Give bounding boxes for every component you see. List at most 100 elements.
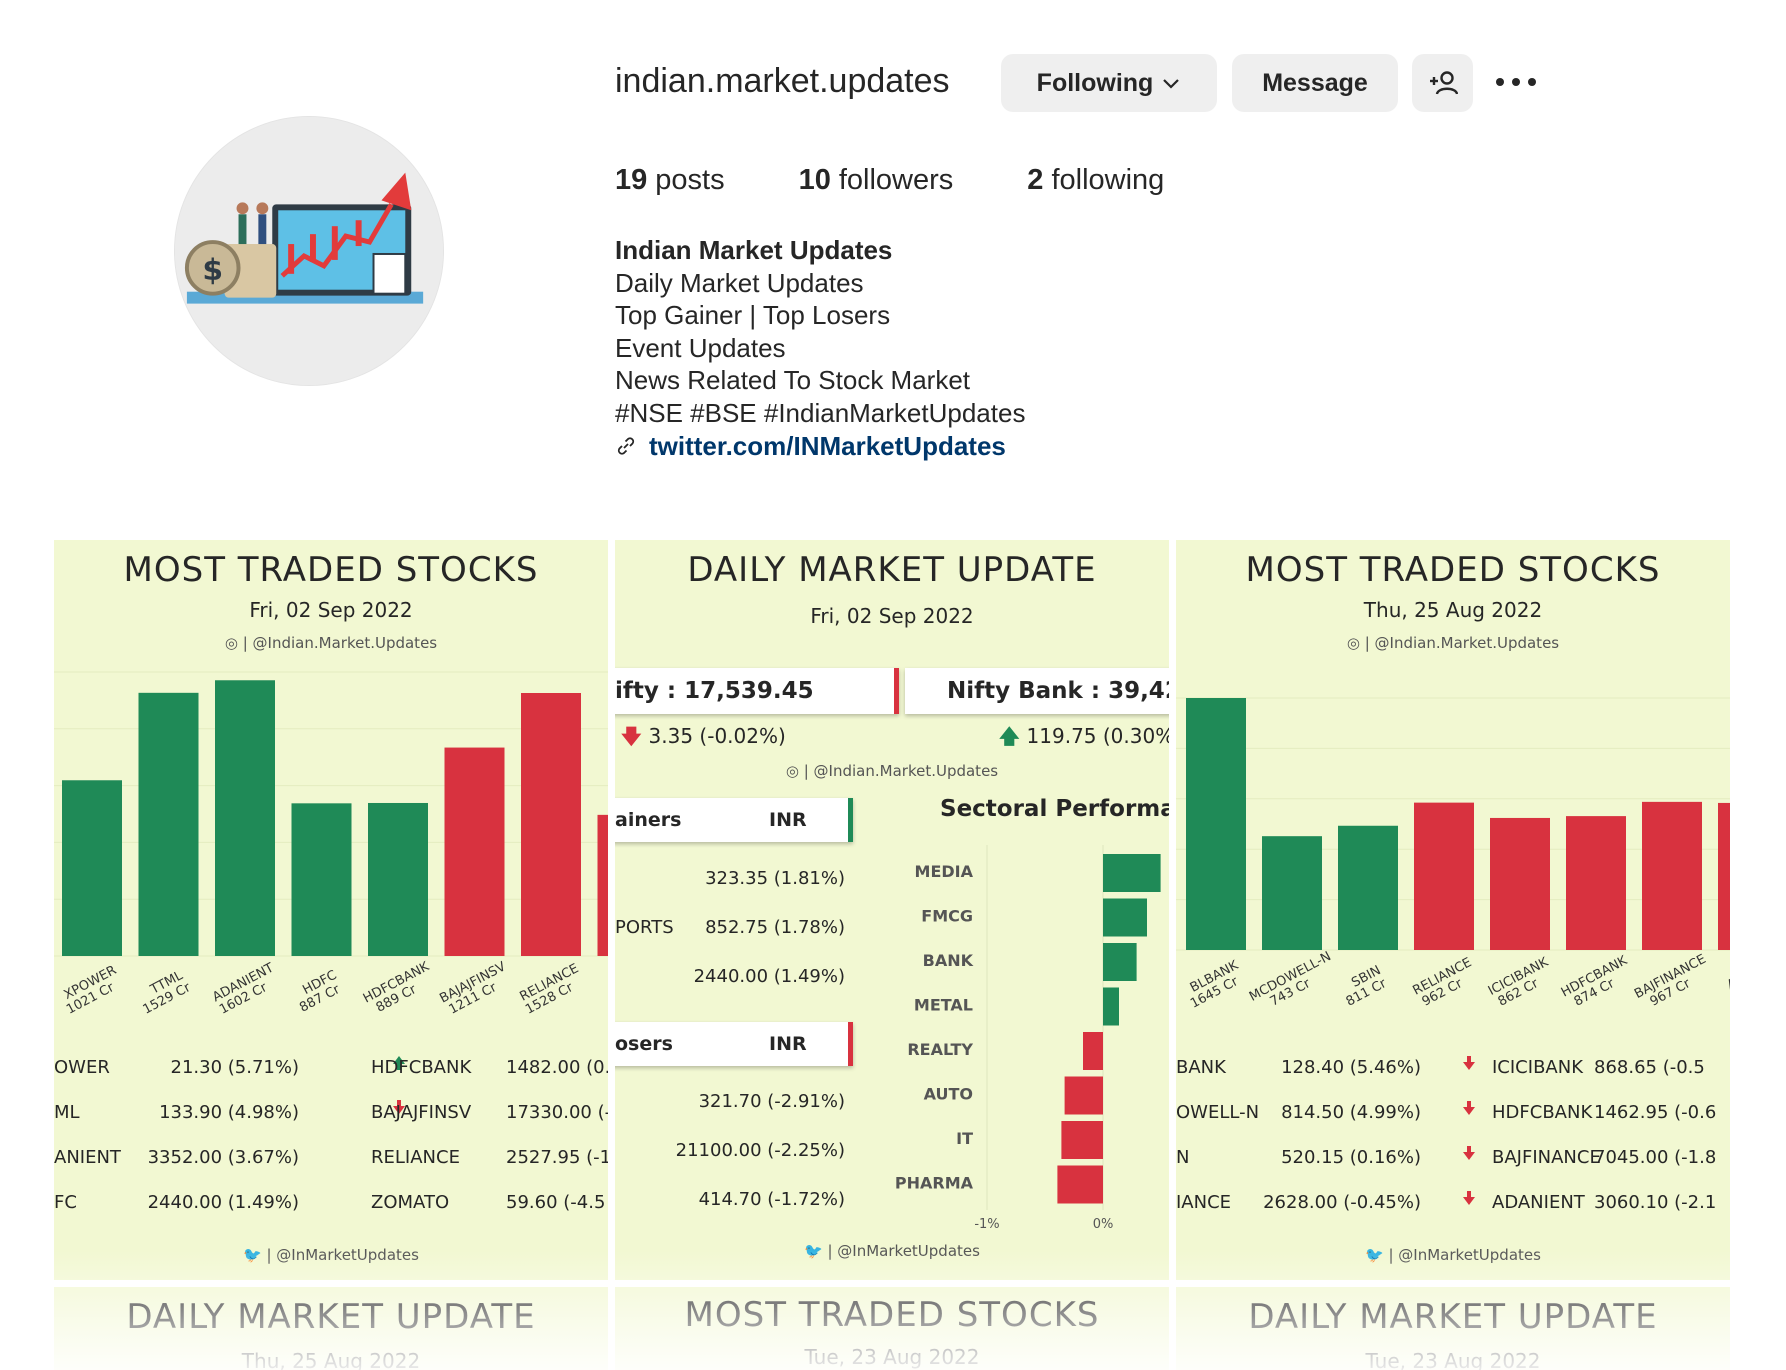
sector-label: METAL [914,996,973,1015]
stock-name: BAJAJFINSV [371,1102,472,1123]
profile-stats: 19 posts 10 followers 2 following [615,164,1238,197]
bio-line: Daily Market Updates [615,267,864,298]
bio-link[interactable]: twitter.com/INMarketUpdates [615,430,1025,463]
bar [138,692,199,956]
down-arrow-icon [1463,1191,1475,1205]
bar [444,747,505,956]
stock-name: N [1176,1147,1190,1168]
message-button[interactable]: Message [1232,54,1398,112]
bio-line: Event Updates [615,332,786,363]
post-daily-update-23-aug[interactable]: DAILY MARKET UPDATE Tue, 23 Aug 2022 [1176,1287,1730,1370]
posts-count: 19 [615,164,648,196]
stock-value: 133.90 (4.98%) [159,1102,299,1123]
stock-name: BAJFINANCE [1492,1147,1601,1168]
sector-bar [1103,987,1119,1026]
following-button-label: Following [1036,68,1154,97]
bio-name: Indian Market Updates [615,235,893,265]
bar [1718,802,1730,950]
post-footer-text: | @InMarketUpdates [266,1246,419,1264]
followers-count: 10 [798,164,831,196]
profile-username: indian.market.updates [615,62,950,100]
stock-name: BANK [1176,1057,1226,1078]
stock-name: HDFCBANK [371,1057,472,1078]
post-title: DAILY MARKET UPDATE [126,1297,536,1337]
post-title: MOST TRADED STOCKS [684,1295,1100,1335]
bar [1262,836,1322,950]
bar [1414,802,1474,950]
stock-value: 7045.00 (-1.8 [1594,1147,1717,1168]
bar [368,802,428,956]
bio-line: #NSE #BSE #IndianMarketUpdates [615,397,1026,428]
twitter-icon: 🐦 [1365,1246,1389,1264]
stock-value: 128.40 (5.46%) [1281,1057,1421,1078]
post-date: Tue, 23 Aug 2022 [1365,1349,1541,1370]
sector-label: FMCG [921,907,973,926]
sector-bar [1103,943,1137,981]
sector-bar [1103,854,1161,892]
profile-bio: Indian Market Updates Daily Market Updat… [615,234,1025,462]
bar [521,692,581,956]
stock-name: ML [54,1102,80,1123]
bar [597,814,608,956]
twitter-icon: 🐦 [804,1242,828,1260]
stock-name: OWELL-N [1176,1102,1260,1123]
bar [215,680,275,956]
post-most-traded-25-aug[interactable]: MOST TRADED STOCKS Thu, 25 Aug 2022 ◎ | … [1176,540,1730,1280]
post-date: Tue, 23 Aug 2022 [804,1345,980,1369]
trend-arrows [1463,1056,1475,1205]
stock-value: 1462.95 (-0.6 [1594,1102,1717,1123]
suggest-user-button[interactable] [1412,54,1473,112]
post-footer: 🐦 | @InMarketUpdates [1176,1246,1730,1264]
add-user-icon [1429,71,1458,95]
posts-stat: 19 posts [615,164,725,197]
bio-line: Top Gainer | Top Losers [615,300,891,331]
stock-name: OWER [54,1057,110,1078]
post-most-traded-23-aug[interactable]: MOST TRADED STOCKS Tue, 23 Aug 2022 [615,1287,1169,1370]
stock-name: IANCE [1176,1192,1232,1213]
bar-category-label: ADANI [1725,961,1730,994]
bar [291,803,352,956]
message-button-label: Message [1262,68,1368,97]
sectoral-chart: MEDIA FMCG BANK METAL REALTY AUTO IT PHARMA -1% 0… [895,845,1161,1232]
x-tick-label: 0% [1093,1217,1114,1232]
bar [1186,698,1246,950]
down-arrow-icon [1463,1056,1475,1070]
posts-label: posts [655,164,725,196]
post-date: Thu, 25 Aug 2022 [241,1349,421,1370]
post-chart: BLBANK1645 Cr MCDOWELL-N743 Cr SBIN811 Cr R… [1176,697,1730,1012]
stock-value: 2628.00 (-0.45%) [1263,1192,1421,1213]
following-button[interactable]: Following [1001,54,1217,112]
avatar-illustration: $ [175,117,443,385]
link-icon [617,437,635,455]
sector-bar [1061,1121,1103,1159]
stock-value: 1482.00 (0.0 [506,1057,608,1078]
stock-name: ZOMATO [371,1192,450,1213]
bar [1566,816,1626,950]
stock-value: 3352.00 (3.67%) [147,1147,299,1168]
bio-line: News Related To Stock Market [615,365,970,396]
post-daily-update-02-sep[interactable]: DAILY MARKET UPDATE Fri, 02 Sep 2022 ift… [615,540,1169,1280]
stock-name: HDFCBANK [1492,1102,1593,1123]
profile-avatar[interactable]: $ [174,116,444,386]
stock-value: 520.15 (0.16%) [1281,1147,1421,1168]
post-daily-update-25-aug[interactable]: DAILY MARKET UPDATE Thu, 25 Aug 2022 [54,1287,608,1370]
following-stat[interactable]: 2 following [1027,164,1164,197]
post-footer-text: | @InMarketUpdates [1388,1246,1541,1264]
down-arrow-icon [1463,1101,1475,1115]
stock-name: FC [54,1192,77,1213]
more-options-icon[interactable] [1496,68,1536,96]
bio-link-text: twitter.com/INMarketUpdates [649,430,1006,461]
following-label: following [1051,164,1165,196]
post-most-traded-02-sep[interactable]: MOST TRADED STOCKS Fri, 02 Sep 2022 ◎ | … [54,540,608,1280]
bar [1642,801,1702,950]
stock-name: RELIANCE [371,1147,460,1168]
sector-bar [1057,1165,1103,1204]
twitter-icon: 🐦 [243,1246,267,1264]
followers-stat[interactable]: 10 followers [799,164,954,197]
bar [1338,825,1398,950]
stock-name: ANIENT [54,1147,121,1168]
bar [62,780,122,956]
sector-label: BANK [923,951,974,970]
post-footer: 🐦 | @InMarketUpdates [54,1246,608,1264]
stock-name: ICICIBANK [1492,1057,1583,1078]
